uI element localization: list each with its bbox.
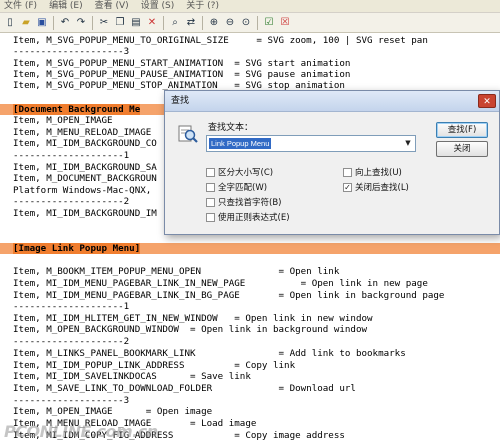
- menu-settings[interactable]: 设置 (S): [141, 0, 175, 12]
- checkbox-box[interactable]: [343, 167, 352, 177]
- editor-line: Item, M_LINKS_PANEL_BOOKMARK_LINK = Add …: [13, 348, 406, 359]
- toolbar: ▯ ▰ ▣ ↶ ↷ ✂ ❐ ▤ ✕ ⌕ ⇄ ⊕ ⊖ ⊙ ☑ ☒: [0, 13, 500, 33]
- search-up-label: 向上查找(U): [355, 168, 402, 178]
- editor-line: --------------------3: [13, 46, 130, 57]
- editor-line: Item, M_SAVE_LINK_TO_DOWNLOAD_FOLDER = D…: [13, 383, 356, 394]
- chevron-down-icon[interactable]: ▼: [401, 136, 415, 151]
- toolbar-separator: [163, 15, 164, 30]
- find-text-label: 查找文本：: [208, 123, 254, 133]
- editor-line: Item, M_OPEN_IMAGE: [13, 115, 113, 126]
- search-up-checkbox[interactable]: 向上查找(U): [343, 166, 402, 178]
- undo-icon[interactable]: ↶: [58, 16, 72, 30]
- menu-file[interactable]: 文件 (F): [4, 0, 37, 12]
- checkbox-box[interactable]: [206, 212, 215, 222]
- magnifier-icon: [178, 125, 198, 143]
- paste-icon[interactable]: ▤: [129, 16, 143, 30]
- cut-icon[interactable]: ✂: [97, 16, 111, 30]
- whole-word-label: 全字匹配(W): [218, 183, 268, 193]
- menu-view[interactable]: 查看 (V): [95, 0, 129, 12]
- editor-line: Item, MI_IDM_SAVELINKDOCAS = Save link: [13, 371, 251, 382]
- redo-icon[interactable]: ↷: [74, 16, 88, 30]
- find-icon[interactable]: ⌕: [168, 16, 182, 30]
- close-icon[interactable]: ☒: [278, 16, 292, 30]
- toolbar-separator: [202, 15, 203, 30]
- find-button[interactable]: 查找(F): [436, 122, 488, 138]
- close-after-find-label: 关闭后查找(L): [355, 183, 409, 193]
- zoom-reset-icon[interactable]: ⊙: [239, 16, 253, 30]
- close-after-find-checkbox[interactable]: ✓ 关闭后查找(L): [343, 181, 409, 193]
- whole-word-checkbox[interactable]: 全字匹配(W): [206, 181, 267, 193]
- word-start-label: 只查找首字符(B): [218, 198, 282, 208]
- toolbar-separator: [257, 15, 258, 30]
- menu-bar: 文件 (F) 编辑 (E) 查看 (V) 设置 (S) 关于 (?): [0, 0, 500, 13]
- section-header: [Image Link Popup Menu]: [13, 243, 141, 255]
- zoom-in-icon[interactable]: ⊕: [207, 16, 221, 30]
- section-header-text: [Document Background Me: [13, 104, 141, 115]
- checkbox-box[interactable]: [206, 182, 215, 192]
- find-text-value[interactable]: Link Popup Menu: [209, 138, 272, 149]
- editor-line: --------------------1: [13, 150, 130, 161]
- find-text-combobox[interactable]: Link Popup Menu ▼: [206, 135, 416, 152]
- match-case-checkbox[interactable]: 区分大小写(C): [206, 166, 273, 178]
- zoom-out-icon[interactable]: ⊖: [223, 16, 237, 30]
- dialog-title[interactable]: 查找: [165, 91, 499, 112]
- editor-line: Item, MI_IDM_BACKGROUND_IM: [13, 208, 157, 219]
- toolbar-separator: [92, 15, 93, 30]
- menu-edit[interactable]: 编辑 (E): [49, 0, 83, 12]
- match-case-label: 区分大小写(C): [218, 168, 274, 178]
- editor-line: Item, M_OPEN_BACKGROUND_WINDOW = Open li…: [13, 324, 368, 335]
- editor-line: Item, M_DOCUMENT_BACKGROUN: [13, 173, 157, 184]
- regex-label: 使用正则表达式(E): [218, 213, 290, 223]
- menu-about[interactable]: 关于 (?): [186, 0, 219, 12]
- regex-checkbox[interactable]: 使用正则表达式(E): [206, 211, 290, 223]
- dialog-close-button[interactable]: ✕: [478, 94, 496, 108]
- toolbar-separator: [53, 15, 54, 30]
- checkmark-icon[interactable]: ✓: [343, 182, 352, 192]
- replace-icon[interactable]: ⇄: [184, 16, 198, 30]
- editor-line: Item, MI_IDM_MENU_PAGEBAR_LINK_IN_NEW_PA…: [13, 278, 428, 289]
- copy-icon[interactable]: ❐: [113, 16, 127, 30]
- close-button[interactable]: 关闭: [436, 141, 488, 157]
- editor-line: --------------------2: [13, 196, 130, 207]
- delete-icon[interactable]: ✕: [145, 16, 159, 30]
- section-header-text: [Image Link Popup Menu]: [13, 243, 141, 254]
- editor-line: Item, M_OPEN_IMAGE = Open image: [13, 406, 213, 417]
- open-folder-icon[interactable]: ▰: [19, 16, 33, 30]
- save-icon[interactable]: ▣: [35, 16, 49, 30]
- checkbox-box[interactable]: [206, 197, 215, 207]
- checkmark-icon[interactable]: ☑: [262, 16, 276, 30]
- new-file-icon[interactable]: ▯: [3, 16, 17, 30]
- site-watermark: PCONLINE.com.cn: [4, 422, 158, 441]
- editor-line: Item, MI_IDM_BACKGROUND_CO: [13, 138, 157, 149]
- editor-line: --------------------1: [13, 301, 130, 312]
- checkbox-box[interactable]: [206, 167, 215, 177]
- word-start-checkbox[interactable]: 只查找首字符(B): [206, 196, 281, 208]
- editor-line: Item, M_BOOKM_ITEM_POPUP_MENU_OPEN = Ope…: [13, 266, 340, 277]
- editor-line: --------------------2: [13, 336, 130, 347]
- find-dialog: 查找 ✕ 查找文本： Link Popup Menu ▼ 查找(F) 关闭 区分…: [164, 90, 500, 235]
